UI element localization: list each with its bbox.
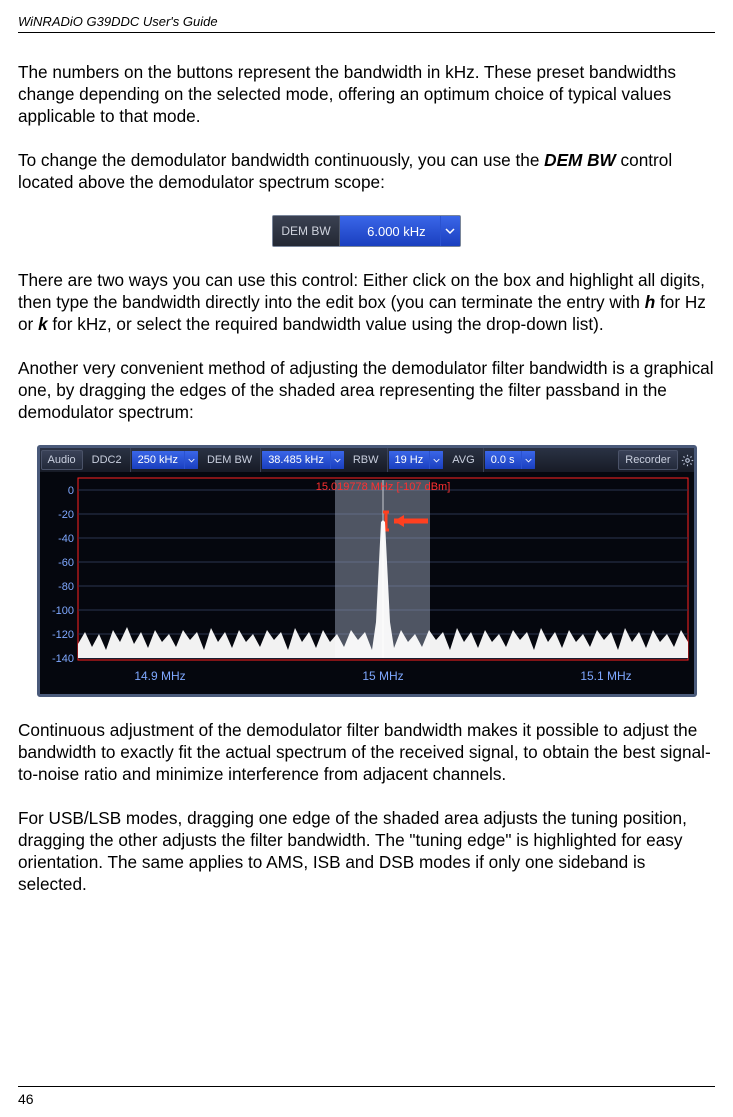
- rbw-label: RBW: [345, 448, 388, 472]
- dembw-value-input[interactable]: 6.000 kHz: [340, 216, 440, 246]
- dembw-dropdown-button[interactable]: [440, 216, 460, 246]
- header-title: WiNRADiO G39DDC User's Guide: [18, 14, 715, 33]
- rbw-dropdown[interactable]: [429, 451, 443, 469]
- chevron-down-icon: [188, 457, 195, 464]
- dembw-term: DEM BW: [544, 150, 616, 170]
- page-footer: 46: [18, 1086, 715, 1107]
- page-number: 46: [18, 1091, 34, 1107]
- ytick-1: -20: [58, 509, 74, 521]
- dembw-toolbar-select[interactable]: 38.485 kHz: [262, 450, 344, 470]
- ytick-5: -100: [51, 605, 73, 617]
- demodulator-spectrum-panel: Audio DDC2 250 kHz DEM BW 38.485 kHz RBW…: [37, 445, 697, 697]
- k-key: k: [38, 314, 48, 334]
- chevron-down-icon: [445, 226, 455, 236]
- avg-select[interactable]: 0.0 s: [485, 450, 535, 470]
- ddc2-label: DDC2: [84, 448, 131, 472]
- paragraph-4: Another very convenient method of adjust…: [18, 357, 715, 423]
- xtick-0: 14.9 MHz: [134, 669, 185, 683]
- rbw-select[interactable]: 19 Hz: [389, 450, 444, 470]
- paragraph-1: The numbers on the buttons represent the…: [18, 61, 715, 127]
- text: To change the demodulator bandwidth cont…: [18, 150, 544, 170]
- ytick-3: -60: [58, 557, 74, 569]
- recorder-tab[interactable]: Recorder: [618, 450, 677, 470]
- ddc2-select[interactable]: 250 kHz: [132, 450, 198, 470]
- audio-tab[interactable]: Audio: [41, 450, 83, 470]
- paragraph-6: For USB/LSB modes, dragging one edge of …: [18, 807, 715, 895]
- paragraph-3: There are two ways you can use this cont…: [18, 269, 715, 335]
- rbw-value[interactable]: 19 Hz: [389, 451, 430, 469]
- chevron-down-icon: [525, 457, 532, 464]
- dembw-toolbar-label: DEM BW: [199, 448, 261, 472]
- xtick-2: 15.1 MHz: [580, 669, 631, 683]
- spectrum-toolbar: Audio DDC2 250 kHz DEM BW 38.485 kHz RBW…: [40, 448, 694, 472]
- text: for kHz, or select the required bandwidt…: [48, 314, 604, 334]
- ytick-4: -80: [58, 581, 74, 593]
- h-key: h: [645, 292, 656, 312]
- text: There are two ways you can use this cont…: [18, 270, 705, 312]
- paragraph-2: To change the demodulator bandwidth cont…: [18, 149, 715, 193]
- spectrum-display[interactable]: 0 -20 -40 -60 -80 -100 -120 -140 15.0197…: [40, 472, 694, 694]
- spectrum-marker: 15.019778 MHz [-107 dBm]: [315, 481, 450, 493]
- ytick-2: -40: [58, 533, 74, 545]
- chevron-down-icon: [433, 457, 440, 464]
- paragraph-5: Continuous adjustment of the demodulator…: [18, 719, 715, 785]
- avg-dropdown[interactable]: [521, 451, 535, 469]
- gear-icon: [681, 454, 694, 467]
- ytick-6: -120: [51, 629, 73, 641]
- xtick-1: 15 MHz: [362, 669, 403, 683]
- chevron-down-icon: [334, 457, 341, 464]
- settings-button[interactable]: [681, 448, 694, 472]
- dembw-label: DEM BW: [273, 216, 339, 246]
- avg-label: AVG: [444, 448, 483, 472]
- ytick-0: 0: [67, 485, 73, 497]
- avg-value[interactable]: 0.0 s: [485, 451, 521, 469]
- ytick-7: -140: [51, 653, 73, 665]
- dembw-toolbar-dropdown[interactable]: [330, 451, 344, 469]
- ddc2-value[interactable]: 250 kHz: [132, 451, 184, 469]
- dembw-control[interactable]: DEM BW 6.000 kHz: [272, 215, 460, 247]
- dembw-toolbar-value[interactable]: 38.485 kHz: [262, 451, 330, 469]
- ddc2-dropdown[interactable]: [184, 451, 198, 469]
